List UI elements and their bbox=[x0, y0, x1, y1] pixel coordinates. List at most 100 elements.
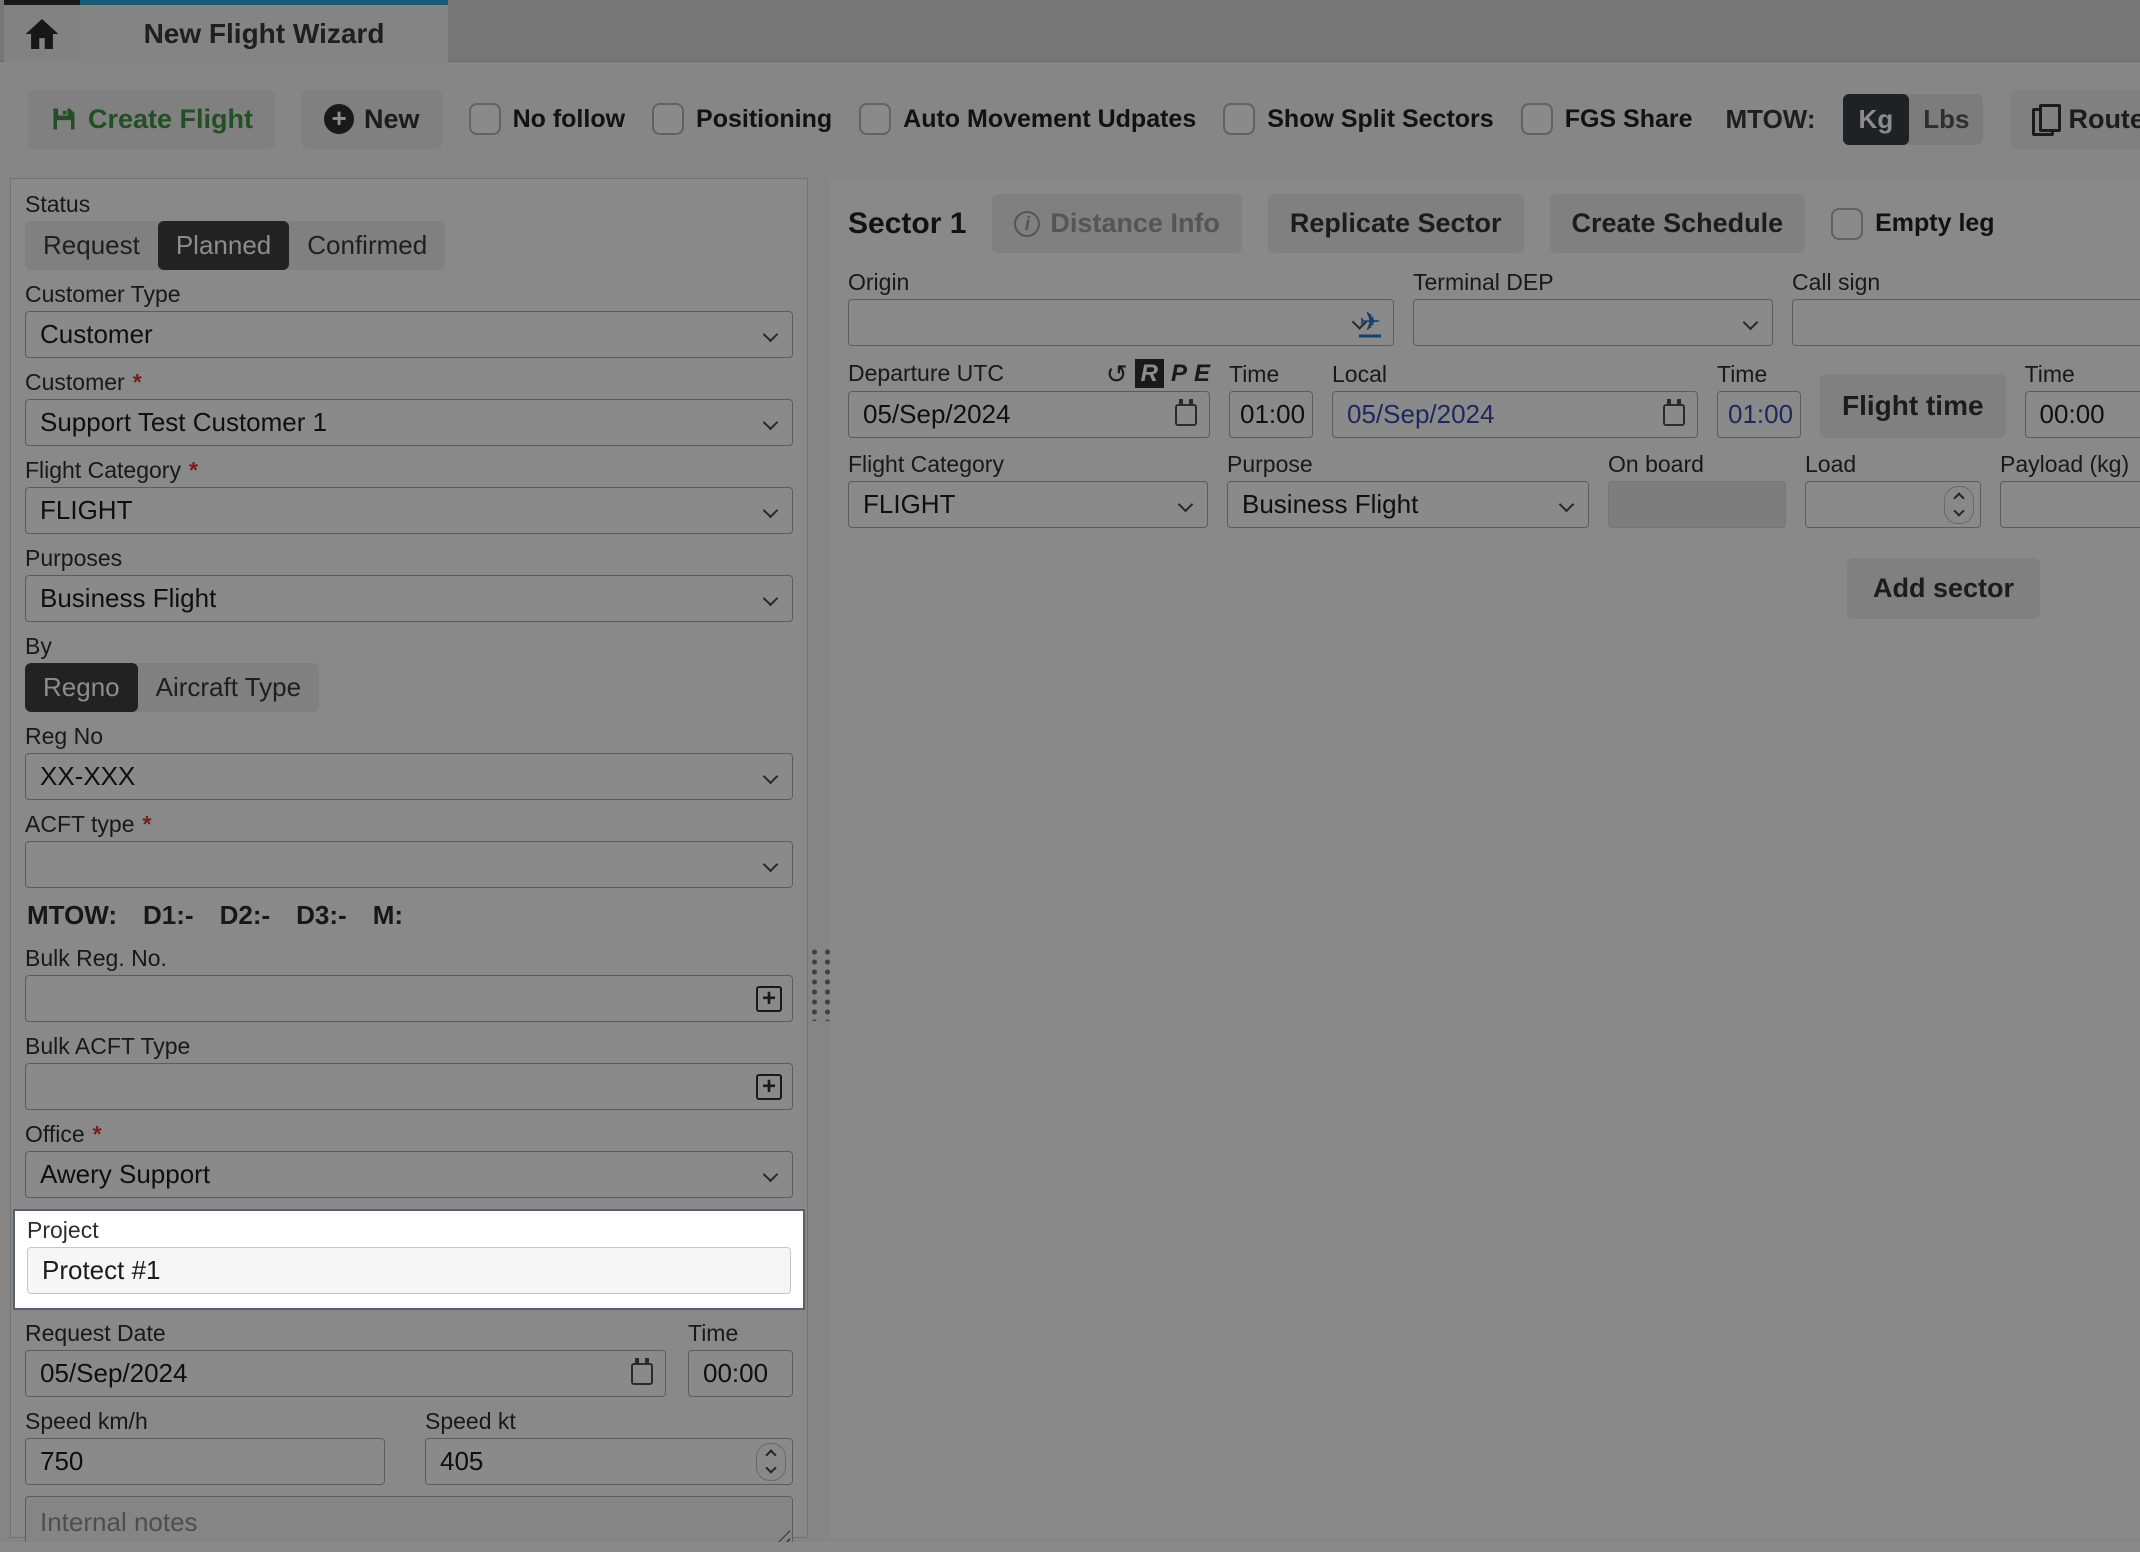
number-stepper-icon[interactable] bbox=[1944, 486, 1974, 524]
home-icon bbox=[25, 19, 59, 49]
auto-movement-checkbox[interactable] bbox=[859, 103, 891, 135]
customer-label: Customer* bbox=[25, 369, 793, 396]
flight-time-button[interactable]: Flight time bbox=[1820, 374, 2006, 438]
calendar-icon[interactable] bbox=[631, 1363, 653, 1385]
local-time-value: 01:00 bbox=[1728, 399, 1793, 430]
departure-utc-date-input[interactable]: 05/Sep/2024 bbox=[848, 391, 1210, 438]
history-icon[interactable]: ↺ bbox=[1106, 362, 1128, 386]
show-split-sectors-label: Show Split Sectors bbox=[1267, 105, 1493, 134]
request-time-label: Time bbox=[688, 1320, 793, 1347]
show-split-sectors-checkbox-group: Show Split Sectors bbox=[1223, 103, 1493, 135]
call-sign-input[interactable] bbox=[1792, 299, 2140, 346]
speed-kt-value: 405 bbox=[440, 1446, 483, 1477]
fgs-share-checkbox[interactable] bbox=[1521, 103, 1553, 135]
acft-type-label: ACFT type* bbox=[25, 811, 793, 838]
reg-no-select[interactable]: XX-XXX bbox=[25, 753, 793, 800]
lbs-toggle-option[interactable]: Lbs bbox=[1909, 94, 1983, 145]
tab-new-flight-wizard[interactable]: New Flight Wizard bbox=[80, 0, 448, 62]
kg-toggle-option[interactable]: Kg bbox=[1843, 94, 1910, 145]
purposes-select[interactable]: Business Flight bbox=[25, 575, 793, 622]
request-time-value: 00:00 bbox=[703, 1358, 768, 1389]
no-follow-checkbox[interactable] bbox=[469, 103, 501, 135]
bottom-edge-bar bbox=[0, 1542, 2140, 1552]
panel-resize-handle[interactable] bbox=[806, 945, 834, 1021]
new-button[interactable]: + New bbox=[302, 90, 442, 149]
mtow-toggle-label: MTOW: bbox=[1726, 104, 1816, 135]
add-plus-icon[interactable]: + bbox=[756, 1074, 782, 1100]
number-stepper-icon[interactable] bbox=[756, 1443, 786, 1481]
empty-leg-checkbox[interactable] bbox=[1831, 208, 1863, 240]
status-option-confirmed[interactable]: Confirmed bbox=[289, 221, 445, 270]
origin-label: Origin bbox=[848, 269, 1394, 296]
office-select[interactable]: Awery Support bbox=[25, 1151, 793, 1198]
terminal-dep-select[interactable] bbox=[1413, 299, 1773, 346]
speed-kmh-input[interactable]: 750 bbox=[25, 1438, 385, 1485]
local-date-input[interactable]: 05/Sep/2024 bbox=[1332, 391, 1698, 438]
flight-category-label: Flight Category* bbox=[25, 457, 793, 484]
flag-p-toggle[interactable]: P bbox=[1171, 360, 1187, 387]
show-split-sectors-checkbox[interactable] bbox=[1223, 103, 1255, 135]
calendar-icon[interactable] bbox=[1663, 404, 1685, 426]
purposes-value: Business Flight bbox=[40, 583, 216, 614]
departure-time-value: 01:00 bbox=[1240, 399, 1305, 430]
bulk-acft-type-input[interactable]: + bbox=[25, 1063, 793, 1110]
sector-flight-category-select[interactable]: FLIGHT bbox=[848, 481, 1208, 528]
create-flight-button[interactable]: Create Flight bbox=[28, 90, 275, 149]
by-option-regno[interactable]: Regno bbox=[25, 663, 138, 712]
bulk-reg-no-input[interactable]: + bbox=[25, 975, 793, 1022]
acft-type-select[interactable] bbox=[25, 841, 793, 888]
customer-select[interactable]: Support Test Customer 1 bbox=[25, 399, 793, 446]
distance-info-button[interactable]: i Distance Info bbox=[992, 194, 1242, 253]
purpose-select[interactable]: Business Flight bbox=[1227, 481, 1589, 528]
status-option-planned[interactable]: Planned bbox=[158, 221, 289, 270]
project-value-field[interactable] bbox=[42, 1248, 776, 1293]
flag-r-toggle[interactable]: R bbox=[1135, 359, 1164, 388]
calendar-icon[interactable] bbox=[1175, 404, 1197, 426]
bulk-reg-no-label: Bulk Reg. No. bbox=[25, 945, 793, 972]
flight-time-input[interactable]: 00:00 bbox=[2025, 391, 2140, 438]
chevron-down-icon bbox=[763, 856, 779, 872]
add-sector-button[interactable]: Add sector bbox=[1847, 558, 2040, 619]
customer-type-label: Customer Type bbox=[25, 281, 793, 308]
internal-notes-field[interactable] bbox=[40, 1505, 778, 1539]
local-label: Local bbox=[1332, 361, 1698, 388]
office-value: Awery Support bbox=[40, 1159, 210, 1190]
local-time-input[interactable]: 01:00 bbox=[1717, 391, 1801, 438]
status-option-request[interactable]: Request bbox=[25, 221, 158, 270]
by-segmented-control: Regno Aircraft Type bbox=[25, 663, 319, 712]
flag-e-toggle[interactable]: E bbox=[1194, 360, 1210, 387]
flight-time-time-label: Time bbox=[2025, 361, 2140, 388]
add-plus-icon[interactable]: + bbox=[756, 986, 782, 1012]
chevron-down-icon bbox=[763, 590, 779, 606]
project-label: Project bbox=[27, 1217, 791, 1244]
required-asterisk: * bbox=[189, 457, 198, 484]
project-input[interactable] bbox=[27, 1247, 791, 1294]
departure-utc-label: Departure UTC bbox=[848, 360, 1004, 387]
positioning-checkbox[interactable] bbox=[652, 103, 684, 135]
create-schedule-button[interactable]: Create Schedule bbox=[1550, 194, 1806, 253]
departure-time-input[interactable]: 01:00 bbox=[1229, 391, 1313, 438]
replicate-sector-button[interactable]: Replicate Sector bbox=[1268, 194, 1524, 253]
load-stepper[interactable] bbox=[1805, 481, 1981, 528]
create-flight-label: Create Flight bbox=[88, 104, 253, 135]
request-time-input[interactable]: 00:00 bbox=[688, 1350, 793, 1397]
empty-leg-label: Empty leg bbox=[1875, 209, 1994, 238]
purpose-value: Business Flight bbox=[1242, 489, 1418, 520]
tab-bar: New Flight Wizard bbox=[0, 0, 2140, 62]
on-board-label: On board bbox=[1608, 451, 1786, 478]
internal-notes-textarea[interactable] bbox=[25, 1496, 793, 1548]
payload-stepper[interactable] bbox=[2000, 481, 2140, 528]
origin-input[interactable]: ✈ bbox=[848, 299, 1394, 346]
by-option-aircraft-type[interactable]: Aircraft Type bbox=[138, 663, 319, 712]
customer-type-value: Customer bbox=[40, 319, 153, 350]
flight-category-select[interactable]: FLIGHT bbox=[25, 487, 793, 534]
route-paste-button[interactable]: Route Paste bbox=[2010, 90, 2140, 149]
required-asterisk: * bbox=[143, 811, 152, 838]
tab-home[interactable] bbox=[4, 0, 80, 62]
speed-kt-stepper[interactable]: 405 bbox=[425, 1438, 793, 1485]
fgs-share-checkbox-group: FGS Share bbox=[1521, 103, 1693, 135]
plus-circle-icon: + bbox=[324, 104, 354, 134]
payload-label: Payload (kg) bbox=[2000, 451, 2140, 478]
request-date-input[interactable]: 05/Sep/2024 bbox=[25, 1350, 666, 1397]
customer-type-select[interactable]: Customer bbox=[25, 311, 793, 358]
